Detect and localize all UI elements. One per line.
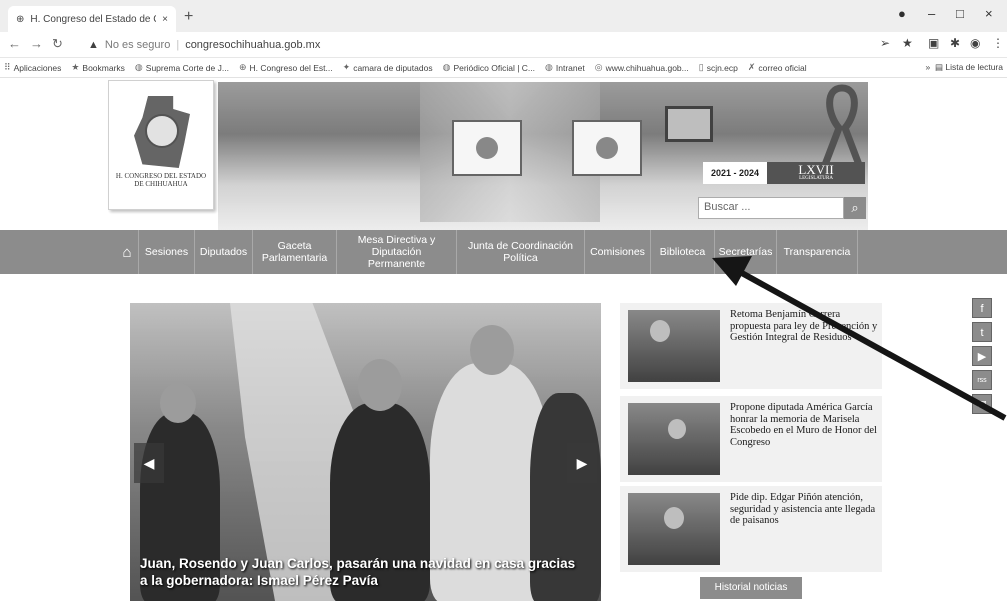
home-icon[interactable]: ⌂ [116,244,138,261]
nav-item-biblioteca[interactable]: Biblioteca [650,230,714,274]
extension-icon[interactable]: ▣ [928,36,939,50]
profile-avatar-icon[interactable]: ◉ [970,36,980,50]
profile-dot-icon[interactable]: ● [898,6,906,21]
bookmark-item[interactable]: ◎ www.chihuahua.gob... [595,62,689,73]
url-text[interactable]: congresochihuahua.gob.mx [185,39,320,51]
banner-monitor [665,106,713,142]
nav-item-mesa-directiva[interactable]: Mesa Directiva y Diputación Permanente [336,230,456,274]
news-item[interactable]: Pide dip. Edgar Piñón atención, segurida… [620,486,882,572]
window-maximize-button[interactable]: □ [956,6,964,21]
file-icon: ▯ [698,62,704,72]
puzzle-icon[interactable]: ✱ [950,36,960,50]
rss-icon[interactable]: rss [972,370,992,390]
slider-prev-button[interactable]: ◀ [134,443,164,483]
site-favicon-icon: ⊕ [16,13,25,25]
nav-item-secretarias[interactable]: Secretarías [714,230,776,274]
main-nav-items: ⌂ Sesiones Diputados Gaceta Parlamentari… [116,230,858,274]
forward-arrow-icon[interactable]: → [30,36,43,51]
menu-dots-icon[interactable]: ⋮ [992,36,1004,50]
featured-slider[interactable]: ◀ ▶ Juan, Rosendo y Juan Carlos, pasarán… [130,303,601,601]
banner-flag-left [452,120,522,176]
tab-title: H. Congreso del Estado de Chihu [30,13,156,25]
warning-icon: ▲ [88,39,99,51]
globe-icon: ◍ [442,62,451,72]
slider-next-button[interactable]: ▶ [567,443,597,483]
nav-item-junta-coordinacion[interactable]: Junta de Coordinación Política [456,230,584,274]
window-minimize-button[interactable]: – [928,6,935,21]
slider-caption[interactable]: Juan, Rosendo y Juan Carlos, pasarán una… [140,555,580,589]
nav-item-sesiones[interactable]: Sesiones [138,230,194,274]
nav-item-gaceta[interactable]: Gaceta Parlamentaria [252,230,336,274]
url-separator: | [176,39,180,51]
globe-icon: ◍ [545,62,553,72]
photo-head [470,325,514,375]
news-thumbnail [628,493,720,565]
nav-item-comisiones[interactable]: Comisiones [584,230,650,274]
reload-icon[interactable]: ↻ [52,36,63,52]
news-title[interactable]: Propone diputada América García honrar l… [730,402,878,448]
news-title[interactable]: Pide dip. Edgar Piñón atención, segurida… [730,492,878,527]
news-thumbnail [628,310,720,382]
eagle-icon: ✦ [342,62,351,72]
bookmark-item[interactable]: ⠿ Aplicaciones [4,62,61,73]
seal-icon [145,114,179,148]
bookmark-item[interactable]: ◍ Suprema Corte de J... [135,62,229,73]
news-history-button[interactable]: Historial noticias [700,577,802,599]
search-input[interactable]: Buscar ... [698,197,844,219]
facebook-icon[interactable]: f [972,298,992,318]
news-title[interactable]: Retoma Benjamín Carrera propuesta para l… [730,309,878,344]
bookmarks-bar: ⠿ Aplicaciones ★ Bookmarks ◍ Suprema Corte … [0,58,1007,78]
legislature-badge: 2021 - 2024 LXVII LEGISLATURA [703,160,865,186]
news-item[interactable]: Retoma Benjamín Carrera propuesta para l… [620,303,882,389]
news-thumbnail [628,403,720,475]
bookmark-item[interactable]: ✗ correo oficial [748,62,807,73]
not-secure-label: No es seguro [104,39,171,51]
photo-head [358,359,402,411]
browser-tab[interactable]: ⊕ H. Congreso del Estado de Chihu × [8,6,176,32]
state-icon: ◎ [594,62,603,72]
photo-head [160,383,196,423]
new-tab-button[interactable]: + [184,8,193,26]
mail-icon[interactable]: ✉ [972,394,992,414]
reading-list[interactable]: » ▤ Lista de lectura [919,62,1003,73]
globe-icon: ◍ [134,62,143,72]
logo-text: H. CONGRESO DEL ESTADO DE CHIHUAHUA [115,172,207,188]
news-item[interactable]: Propone diputada América García honrar l… [620,396,882,482]
legislature-period: 2021 - 2024 [703,162,768,184]
site-search: Buscar ... ⌕ [698,197,866,219]
twitter-icon[interactable]: t [972,322,992,342]
x-icon: ✗ [747,62,756,72]
bookmark-item[interactable]: ✦ camara de diputados [343,62,433,73]
search-button[interactable]: ⌕ [844,197,866,219]
nav-item-diputados[interactable]: Diputados [194,230,252,274]
bookmark-star-icon[interactable]: ★ [902,36,913,50]
send-icon[interactable]: ➢ [880,36,890,50]
bookmark-item[interactable]: ⊕ H. Congreso del Est... [239,62,333,73]
congress-icon: ⊕ [238,62,247,72]
apps-grid-icon: ⠿ [4,62,11,72]
star-icon: ★ [71,62,80,72]
banner-flag-right [572,120,642,176]
bookmark-item[interactable]: ◍ Intranet [545,62,585,73]
bookmark-item[interactable]: ★ Bookmarks [71,62,125,73]
url-bar[interactable]: ▲ No es seguro | congresochihuahua.gob.m… [88,35,868,55]
nav-item-transparencia[interactable]: Transparencia [776,230,858,274]
tab-close-icon[interactable]: × [162,14,168,25]
bookmark-item[interactable]: ◍ Periódico Oficial | C... [443,62,535,73]
chevron-right-icon: ▶ [576,455,588,471]
chevron-left-icon: ◀ [143,455,155,471]
bookmark-item[interactable]: ▯ scjn.ecp [699,62,738,73]
legislature-number: LXVII LEGISLATURA [767,162,865,184]
window-close-button[interactable]: × [985,6,993,21]
back-arrow-icon[interactable]: ← [8,36,21,51]
search-icon: ⌕ [851,200,859,215]
youtube-icon[interactable]: ▶ [972,346,992,366]
